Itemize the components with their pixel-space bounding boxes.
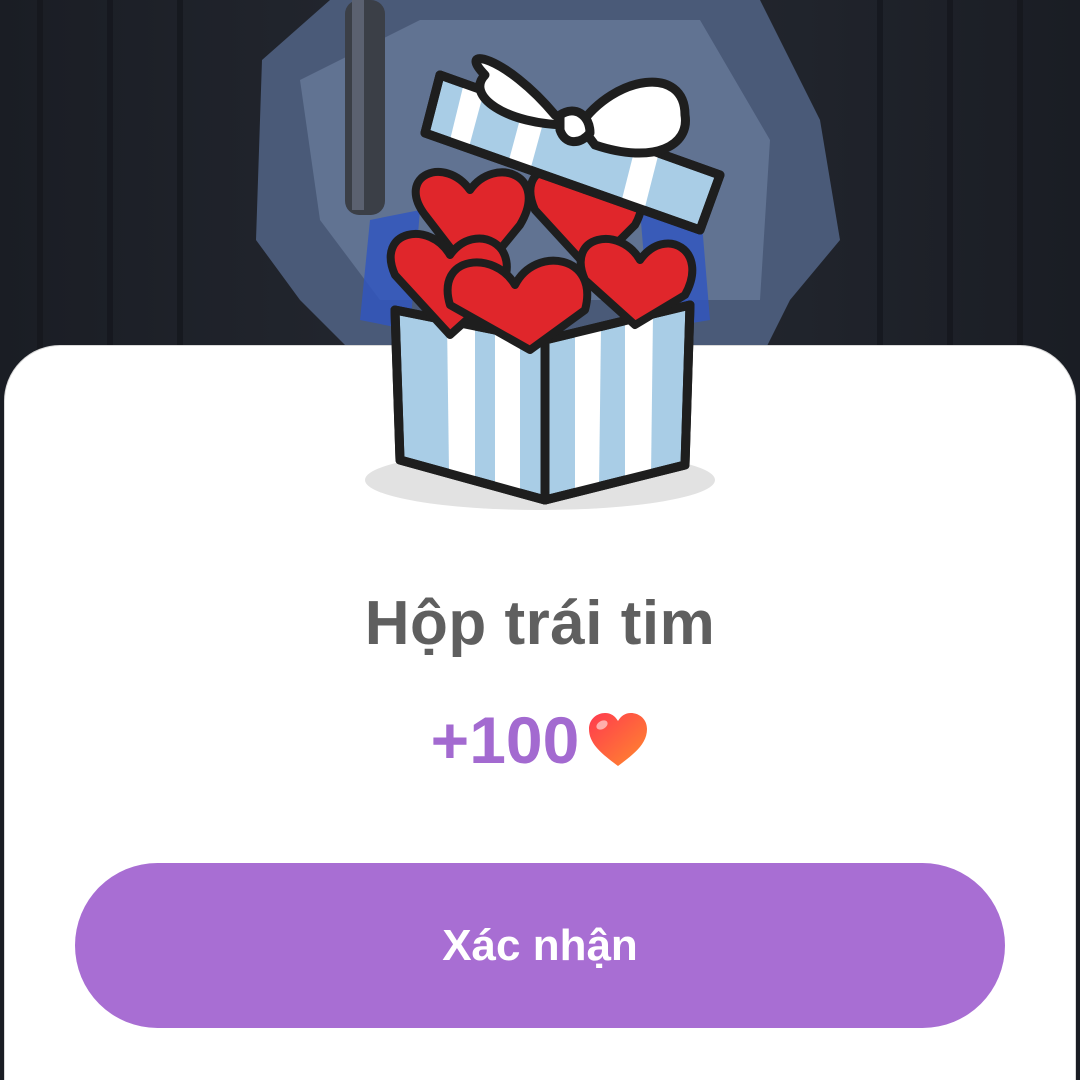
dialog-title: Hộp trái tim xyxy=(364,589,716,658)
confirm-button[interactable]: Xác nhận xyxy=(75,863,1005,1028)
gift-box-illustration xyxy=(365,54,725,510)
reward-row: +100 xyxy=(0,702,1080,778)
reward-amount: +100 xyxy=(430,703,580,777)
reward-dialog-screen: Hộp trái tim +100 Xác nhận xyxy=(0,0,1080,1080)
heart-icon xyxy=(589,713,648,766)
